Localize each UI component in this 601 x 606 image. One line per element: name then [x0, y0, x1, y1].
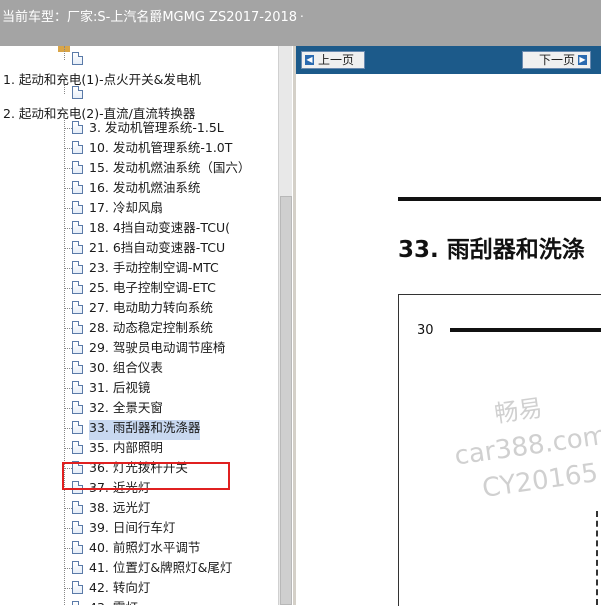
- document-icon: [72, 361, 83, 374]
- document-icon: [72, 201, 83, 214]
- document-icon: [72, 341, 83, 354]
- tree-item[interactable]: 27. 电动助力转向系统: [89, 300, 213, 320]
- diagram-wire: [450, 328, 601, 332]
- arrow-right-icon: ▶: [578, 55, 587, 65]
- prev-page-button[interactable]: ◀ 上一页: [301, 51, 365, 69]
- tree-item[interactable]: 18. 4挡自动变速器-TCU(: [89, 220, 230, 240]
- document-icon: [72, 301, 83, 314]
- scrollbar-thumb[interactable]: [280, 196, 292, 605]
- document-icon: [72, 86, 83, 99]
- tree-root-item[interactable]: 1. 起动和充电(1)-点火开关&发电机: [3, 69, 201, 88]
- document-icon: [72, 521, 83, 534]
- tree-item[interactable]: 28. 动态稳定控制系统: [89, 320, 213, 340]
- document-icon: [72, 52, 83, 65]
- selection-highlight-box: [62, 462, 230, 490]
- document-icon: [72, 181, 83, 194]
- tree-item[interactable]: 23. 手动控制空调-MTC: [89, 260, 219, 280]
- tree-item[interactable]: 31. 后视镜: [89, 380, 150, 400]
- document-icon: [72, 581, 83, 594]
- tree-item[interactable]: 30. 组合仪表: [89, 360, 163, 380]
- page-navbar: ◀ 上一页 下一页 ▶: [296, 46, 601, 74]
- diagram-wire-label: 30: [417, 323, 434, 338]
- arrow-left-icon: ◀: [305, 55, 314, 65]
- document-icon: [72, 261, 83, 274]
- heading-rule: [398, 197, 601, 201]
- page-heading: 33. 雨刮器和洗涤: [398, 237, 585, 263]
- document-icon: [72, 221, 83, 234]
- tree-item[interactable]: 3. 发动机管理系统-1.5L: [89, 120, 224, 140]
- tree-item[interactable]: 42. 转向灯: [89, 580, 150, 600]
- document-icon: [72, 401, 83, 414]
- vehicle-title: 当前车型：厂家:S-上汽名爵MGMG ZS2017-2018: [2, 6, 297, 25]
- tree-item[interactable]: 16. 发动机燃油系统: [89, 180, 200, 200]
- tree-item[interactable]: 10. 发动机管理系统-1.0T: [89, 140, 232, 160]
- document-icon: [72, 421, 83, 434]
- tree-scrollbar[interactable]: [278, 46, 293, 605]
- tree-item[interactable]: 33. 雨刮器和洗涤器: [89, 420, 201, 440]
- tree-item[interactable]: 41. 位置灯&牌照灯&尾灯: [89, 560, 232, 580]
- document-icon: [72, 381, 83, 394]
- titlebar: 当前车型：厂家:S-上汽名爵MGMG ZS2017-2018 .: [0, 0, 601, 46]
- document-icon: [72, 561, 83, 574]
- prev-page-label: 上一页: [318, 53, 355, 67]
- tree-item[interactable]: 25. 电子控制空调-ETC: [89, 280, 216, 300]
- vehicle-label: 当前车型：: [2, 10, 68, 25]
- tree-item[interactable]: 39. 日间行车灯: [89, 520, 175, 540]
- diagram-dashed-line: [596, 511, 601, 605]
- document-icon: [72, 141, 83, 154]
- titlebar-dot: .: [300, 6, 304, 20]
- tree-item[interactable]: 21. 6挡自动变速器-TCU: [89, 240, 225, 260]
- next-page-button[interactable]: 下一页 ▶: [522, 51, 591, 69]
- document-icon: [72, 541, 83, 554]
- document-icon: [72, 241, 83, 254]
- tree-item[interactable]: 38. 远光灯: [89, 500, 150, 520]
- tree-item[interactable]: 17. 冷却风扇: [89, 200, 163, 220]
- tree-item[interactable]: 32. 全景天窗: [89, 400, 163, 420]
- document-icon: [72, 161, 83, 174]
- vehicle-manufacturer: 厂家:S-上汽名爵MGMG ZS2017-2018: [67, 10, 298, 25]
- tree-item[interactable]: 29. 驾驶员电动调节座椅: [89, 340, 225, 360]
- tree-item[interactable]: 15. 发动机燃油系统（国六）: [89, 160, 250, 180]
- document-tree[interactable]: 1. 起动和充电(1)-点火开关&发电机 2. 起动和充电(2)-直流/直流转换…: [0, 46, 278, 605]
- document-icon: [72, 321, 83, 334]
- watermark-text: 畅易: [492, 393, 545, 429]
- document-icon: [72, 441, 83, 454]
- document-icon: [72, 281, 83, 294]
- tree-item[interactable]: 40. 前照灯水平调节: [89, 540, 200, 560]
- tree-item[interactable]: 43. 雾灯: [89, 600, 138, 605]
- tree-item[interactable]: 35. 内部照明: [89, 440, 163, 460]
- content-pane: ◀ 上一页 下一页 ▶ 33. 雨刮器和洗涤 30 畅易 car388.com …: [296, 46, 601, 606]
- document-icon: [72, 501, 83, 514]
- next-page-label: 下一页: [539, 53, 576, 67]
- document-icon: [72, 121, 83, 134]
- document-icon: [72, 601, 83, 605]
